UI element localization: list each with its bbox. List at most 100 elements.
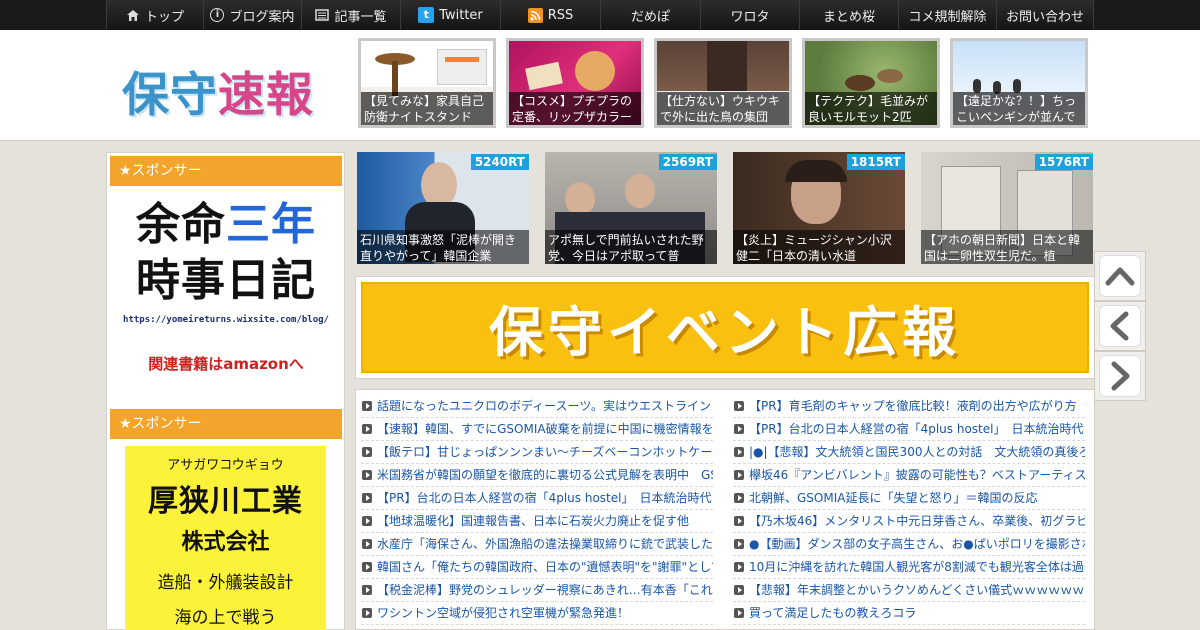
bullet-icon: [362, 447, 372, 457]
bullet-icon: [362, 585, 372, 595]
header-thumb[interactable]: 【仕方ない】ウキウキで外に出た鳥の集団: [654, 38, 792, 128]
chevron-up-icon: [1099, 255, 1141, 297]
list-item[interactable]: 【PR】台北の日本人経営の宿「4plus hostel」 日本統治時代に: [733, 418, 1085, 441]
rt-card[interactable]: 5240RT 石川県知事激怒「泥棒が開き直りやがって」韓国企業: [357, 152, 529, 264]
list-item-text: 欅坂46『アンビバレント』披露の可能性も？ベストアーティス: [749, 467, 1085, 482]
event-banner[interactable]: 保守イベント広報: [361, 282, 1089, 373]
article-list-right: 【PR】育毛剤のキャップを徹底比較！液剤の出方や広がり方 【PR】台北の日本人経…: [733, 395, 1085, 625]
home-icon: [126, 9, 140, 22]
nav-label: だめぽ: [630, 9, 670, 25]
rt-card[interactable]: 1576RT 【アホの朝日新聞】日本と韓国は二卵性双生児だ。植: [921, 152, 1093, 264]
bullet-icon: [362, 539, 372, 549]
sponsor-ad-yomei[interactable]: 余命三年 時事日記 https://yomeireturns.wixsite.c…: [110, 189, 342, 389]
chevron-left-icon: [1099, 305, 1141, 347]
bullet-icon: [362, 401, 372, 411]
list-item[interactable]: 【乃木坂46】メンタリスト中元日芽香さん、卒業後、初グラビ: [733, 510, 1085, 533]
sponsor-title: ★スポンサー: [110, 409, 342, 439]
list-item[interactable]: 【飯テロ】甘じょっぱンンンまい〜チーズベーコンホットケー: [361, 441, 713, 464]
ad2-kana: アサガワコウギョウ: [167, 458, 284, 473]
list-item[interactable]: 【PR】台北の日本人経営の宿「4plus hostel」 日本統治時代に: [361, 487, 713, 510]
list-item[interactable]: |●|【悲報】文大統領と国民300人との対話 文大統領の真後ろで: [733, 441, 1085, 464]
ad-line1: 余命三年: [110, 199, 342, 251]
article-list-panel: 話題になったユニクロのボディースーツ。実はウエストライン 【速報】韓国、すでにG…: [355, 389, 1095, 630]
list-item[interactable]: 北朝鮮、GSOMIA延長に「失望と怒り」＝韓国の反応: [733, 487, 1085, 510]
thumb-caption: 【仕方ない】ウキウキで外に出た鳥の集団: [657, 92, 789, 125]
list-item[interactable]: 米国務省が韓国の願望を徹底的に裏切る公式見解を表明中 GS: [361, 464, 713, 487]
list-item[interactable]: 水産庁「海保さん、外国漁船の違法操業取締りに銃で武装した: [361, 533, 713, 556]
sponsor-title: ★スポンサー: [110, 156, 342, 186]
header-thumb[interactable]: 【遠足かな？！】ちっこいペンギンが並んで: [950, 38, 1088, 128]
rt-card[interactable]: 1815RT 【炎上】ミュージシャン小沢健二「日本の清い水道: [733, 152, 905, 264]
nav-label: お問い合わせ: [1005, 9, 1084, 25]
list-item[interactable]: 韓国さん「俺たちの韓国政府、日本の"遺憾表明"を"謝罪"として: [361, 556, 713, 579]
nav-label: トップ: [144, 9, 184, 25]
site-header: 保守速報 【見てみな】家具自己防衛ナイトスタンド 【コスメ】プチプラの定番、リッ…: [0, 30, 1200, 141]
list-item[interactable]: 【PR】育毛剤のキャップを徹底比較！液剤の出方や広がり方: [733, 395, 1085, 418]
list-item[interactable]: ●【動画】ダンス部の女子高生さん、お●ぱいポロリを撮影され: [733, 533, 1085, 556]
ad-line2: 時事日記: [136, 255, 316, 306]
rt-card-caption: アポ無しで門前払いされた野党、今日はアポ取って普: [545, 230, 717, 264]
bullet-icon: [362, 516, 372, 526]
list-icon: [315, 8, 330, 22]
nav-item-comment-unblock[interactable]: コメ規制解除: [898, 0, 996, 30]
header-thumb[interactable]: 【テクテク】毛並みが良いモルモット2匹: [802, 38, 940, 128]
scroll-top-button[interactable]: [1094, 251, 1146, 301]
thumb-caption: 【コスメ】プチプラの定番、リップザカラーの新色: [509, 92, 641, 125]
list-item[interactable]: 【地球温暖化】国連報告書、日本に石炭火力廃止を促す他: [361, 510, 713, 533]
top-nav: トップ i ブログ案内 記事一覧 t Twitter RSS だめぽ ワロタ ま…: [0, 0, 1200, 30]
event-banner-wrap: 保守イベント広報: [355, 276, 1095, 379]
nav-item-warota[interactable]: ワロタ: [700, 0, 799, 30]
site-logo[interactable]: 保守速報: [122, 56, 314, 125]
bullet-icon: [734, 585, 744, 595]
nav-item-rss[interactable]: RSS: [500, 0, 600, 30]
nav-item-top[interactable]: トップ: [106, 0, 203, 30]
list-item[interactable]: 10月に沖縄を訪れた韓国人観光客が8割減でも観光客全体は過去: [733, 556, 1085, 579]
list-item[interactable]: 話題になったユニクロのボディースーツ。実はウエストライン: [361, 395, 713, 418]
bullet-icon: [734, 562, 744, 572]
list-item[interactable]: 【悲報】年末調整とかいうクソめんどくさい儀式ｗｗｗｗｗｗ: [733, 579, 1085, 602]
nav-label: まとめ桜: [822, 9, 875, 25]
list-item-text: 【悲報】年末調整とかいうクソめんどくさい儀式ｗｗｗｗｗｗ: [749, 582, 1085, 597]
nav-label: コメ規制解除: [908, 9, 987, 25]
nav-item-article-list[interactable]: 記事一覧: [301, 0, 400, 30]
rt-card[interactable]: 2569RT アポ無しで門前払いされた野党、今日はアポ取って普: [545, 152, 717, 264]
nav-label: RSS: [547, 7, 574, 23]
list-item[interactable]: 欅坂46『アンビバレント』披露の可能性も？ベストアーティス: [733, 464, 1085, 487]
prev-page-button[interactable]: [1094, 301, 1146, 351]
logo-text-b: 速報: [218, 68, 314, 123]
thumb-caption: 【テクテク】毛並みが良いモルモット2匹: [805, 92, 937, 125]
bullet-icon: [734, 424, 744, 434]
bullet-icon: [734, 493, 744, 503]
twitter-icon: t: [418, 7, 435, 23]
list-item-text: 水産庁「海保さん、外国漁船の違法操業取締りに銃で武装した: [377, 536, 713, 551]
list-item[interactable]: 買って満足したもの教えろコラ: [733, 602, 1085, 625]
list-item-text: 【乃木坂46】メンタリスト中元日芽香さん、卒業後、初グラビ: [749, 513, 1085, 528]
list-item-text: ●【動画】ダンス部の女子高生さん、お●ぱいポロリを撮影され: [749, 536, 1085, 551]
header-thumb[interactable]: 【コスメ】プチプラの定番、リップザカラーの新色: [506, 38, 644, 128]
chevron-right-icon: [1099, 355, 1141, 397]
article-list-left: 話題になったユニクロのボディースーツ。実はウエストライン 【速報】韓国、すでにG…: [361, 395, 713, 625]
next-page-button[interactable]: [1094, 351, 1146, 401]
list-item[interactable]: 【税金泥棒】野党のシュレッダー視察にあきれ…有本香「これ: [361, 579, 713, 602]
list-item-text: 【速報】韓国、すでにGSOMIA破棄を前提に中国に機密情報を: [377, 421, 713, 436]
bullet-icon: [734, 447, 744, 457]
rt-count-badge: 2569RT: [658, 154, 717, 170]
nav-item-damepo[interactable]: だめぽ: [600, 0, 700, 30]
list-item[interactable]: 【速報】韓国、すでにGSOMIA破棄を前提に中国に機密情報を: [361, 418, 713, 441]
bullet-icon: [362, 493, 372, 503]
nav-item-contact[interactable]: お問い合わせ: [996, 0, 1094, 30]
nav-item-twitter[interactable]: t Twitter: [400, 0, 500, 30]
rss-icon: [527, 7, 543, 23]
sponsor-ad-asagawa[interactable]: アサガワコウギョウ 厚狭川工業 株式会社 造船・外艤装設計 海の上で戦う: [125, 446, 326, 630]
bullet-icon: [362, 562, 372, 572]
header-thumb[interactable]: 【見てみな】家具自己防衛ナイトスタンド: [358, 38, 496, 128]
nav-item-matome-sakura[interactable]: まとめ桜: [799, 0, 898, 30]
nav-item-blog-guide[interactable]: i ブログ案内: [203, 0, 301, 30]
bullet-icon: [362, 424, 372, 434]
thumb-caption: 【見てみな】家具自己防衛ナイトスタンド: [361, 92, 493, 125]
ad-amazon-link: 関連書籍はamazonへ: [148, 355, 304, 373]
ad2-desc: 造船・外艤装設計: [157, 573, 294, 593]
list-item[interactable]: ワシントン空域が侵犯され空軍機が緊急発進！: [361, 602, 713, 625]
list-item-text: 【PR】育毛剤のキャップを徹底比較！液剤の出方や広がり方: [749, 398, 1077, 413]
list-item-text: 北朝鮮、GSOMIA延長に「失望と怒り」＝韓国の反応: [749, 490, 1038, 505]
